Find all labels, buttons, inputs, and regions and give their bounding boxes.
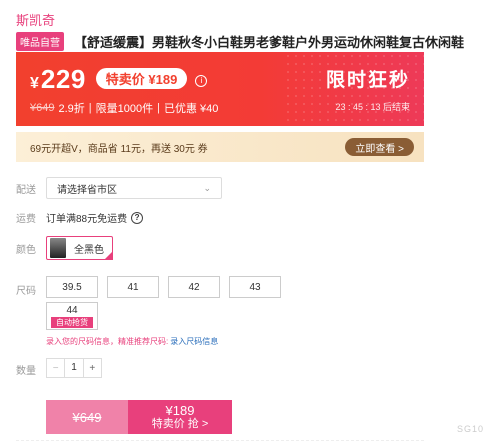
- divider: |: [157, 102, 160, 114]
- currency-symbol: ¥: [30, 75, 39, 92]
- auto-grab-tag: 自动抢货: [51, 317, 93, 328]
- size-option-label: 44: [66, 305, 78, 316]
- watermark: SG10: [456, 424, 484, 434]
- size-option[interactable]: 41: [107, 276, 159, 298]
- color-option-selected[interactable]: 全黑色: [46, 236, 113, 260]
- selected-check-icon: [104, 251, 113, 260]
- color-row: 颜色 全黑色: [16, 236, 113, 260]
- delivery-row: 配送 请选择省市区 ⌄: [16, 177, 222, 199]
- quantity-label: 数量: [16, 366, 36, 377]
- product-title: 【舒适缓震】男鞋秋冬小白鞋男老爹鞋户外男运动休闲鞋复古休闲鞋: [74, 35, 465, 50]
- enter-size-link[interactable]: 录入尺码信息: [170, 337, 218, 346]
- size-hint: 录入您的尺码信息，精准推荐尺码: 录入尺码信息: [46, 336, 218, 347]
- buy-price: ¥189: [165, 402, 195, 418]
- info-icon[interactable]: i: [195, 74, 208, 87]
- shoe-thumbnail: [50, 238, 66, 258]
- current-price: 229: [40, 64, 86, 94]
- color-label: 颜色: [16, 244, 36, 256]
- original-price: ¥649: [30, 102, 55, 114]
- size-option[interactable]: 39.5: [46, 276, 98, 298]
- size-option-auto[interactable]: 44 自动抢货: [46, 302, 98, 330]
- quantity-row: 数量: [16, 362, 46, 377]
- region-select[interactable]: 请选择省市区 ⌄: [46, 177, 222, 199]
- size-label: 尺码: [16, 286, 36, 297]
- brand-name[interactable]: 斯凯奇: [16, 10, 55, 29]
- price-subline: ¥649 2.9折 | 限量1000件 | 已优惠 ¥40: [30, 100, 218, 116]
- plus-button[interactable]: +: [84, 363, 101, 374]
- buy-action-label: 特卖价 抢 >: [151, 417, 209, 430]
- store-badge: 唯品自营: [16, 32, 64, 51]
- minus-button[interactable]: −: [47, 363, 64, 374]
- chevron-down-icon: ⌄: [203, 182, 211, 193]
- buy-now-button[interactable]: ¥189 特卖价 抢 >: [128, 400, 232, 434]
- original-price-button[interactable]: ¥649: [46, 400, 128, 434]
- product-title-row: 唯品自营 【舒适缓震】男鞋秋冬小白鞋男老爹鞋户外男运动休闲鞋复古休闲鞋: [16, 32, 500, 51]
- size-hint-text: 录入您的尺码信息，精准推荐尺码:: [46, 337, 169, 346]
- color-option-label: 全黑色: [74, 244, 104, 256]
- vip-banner: 69元开超V，商品省 11元，再送 30元 券 立即查看 >: [16, 132, 424, 162]
- size-row: 尺码: [16, 282, 46, 297]
- shipping-label: 运费: [16, 214, 36, 225]
- region-select-value: 请选择省市区: [57, 184, 117, 196]
- shipping-row: 运费 订单满88元免运费 ?: [16, 210, 144, 225]
- special-price-tag: 特卖价 ¥189: [95, 68, 188, 89]
- buy-button-group: ¥649 ¥189 特卖价 抢 >: [46, 400, 232, 434]
- help-icon[interactable]: ?: [131, 211, 144, 224]
- flash-sale-title: 限时狂秒: [325, 70, 410, 91]
- divider: |: [88, 102, 92, 114]
- saved-amount: 已优惠 ¥40: [163, 103, 219, 115]
- price-main: ¥ 229 特卖价 ¥189 i: [30, 64, 208, 95]
- shipping-text: 订单满88元免运费: [46, 214, 128, 225]
- size-option[interactable]: 42: [168, 276, 220, 298]
- quantity-value[interactable]: 1: [64, 359, 84, 377]
- quantity-stepper: − 1 +: [46, 358, 102, 378]
- view-now-button[interactable]: 立即查看 >: [345, 138, 414, 156]
- price-banner: ¥ 229 特卖价 ¥189 i ¥649 2.9折 | 限量1000件 | 已…: [16, 52, 424, 126]
- discount-rate: 2.9折: [58, 103, 85, 115]
- countdown-timer: 23 : 45 : 13 后结束: [335, 102, 410, 112]
- limited-quantity: 限量1000件: [95, 103, 154, 115]
- vip-offer-text: 69元开超V，商品省 11元，再送 30元 券: [30, 143, 208, 155]
- delivery-label: 配送: [16, 184, 36, 196]
- divider-line: [16, 440, 424, 441]
- size-option[interactable]: 43: [229, 276, 281, 298]
